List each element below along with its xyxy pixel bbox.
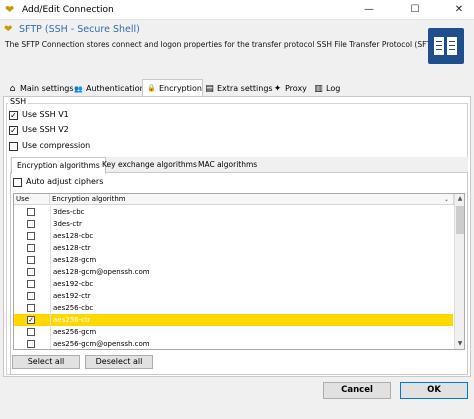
auto-adjust-checkbox[interactable] — [13, 178, 22, 187]
use-checkbox[interactable] — [27, 208, 35, 216]
sort-chevron-icon: ⌄ — [444, 196, 450, 203]
use-compression-label: Use compression — [22, 141, 91, 150]
scrollbar-thumb[interactable] — [456, 206, 464, 234]
column-header-use[interactable]: Use — [14, 194, 50, 205]
subtab-mac-algorithms[interactable]: MAC algorithms — [193, 157, 262, 173]
house-icon: ⌂ — [9, 84, 16, 94]
table-row[interactable]: aes128-ctr — [14, 242, 453, 254]
algorithm-name: aes128-gcm — [50, 254, 96, 266]
auto-adjust-label: Auto adjust ciphers — [26, 177, 104, 186]
sftp-icon: ❤ — [4, 24, 13, 35]
algorithm-name: aes256-cbc — [50, 302, 93, 314]
tab-proxy[interactable]: ✦ Proxy — [268, 81, 308, 96]
list-icon: ▤ — [205, 84, 214, 94]
users-icon: 👥 — [74, 85, 83, 93]
ssh-group-label: SSH — [8, 97, 29, 107]
use-checkbox[interactable] — [27, 256, 35, 264]
table-row[interactable]: aes128-cbc — [14, 230, 453, 242]
algorithm-name: aes256-gcm — [50, 326, 96, 338]
table-row[interactable]: aes128-gcm — [14, 254, 453, 266]
use-checkbox[interactable] — [27, 268, 35, 276]
cancel-button[interactable]: Cancel — [323, 382, 391, 399]
scroll-down-arrow-icon[interactable]: ▼ — [455, 339, 464, 349]
table-row[interactable]: aes192-ctr — [14, 290, 453, 302]
algorithm-name: 3des-ctr — [50, 218, 82, 230]
tab-main-settings[interactable]: ⌂ Main settings — [3, 81, 75, 96]
table-row[interactable]: 3des-ctr — [14, 218, 453, 230]
tab-label: Extra settings — [217, 84, 273, 93]
table-row[interactable]: aes128-gcm@openssh.com — [14, 266, 453, 278]
use-compression-checkbox[interactable] — [9, 142, 18, 151]
use-ssh-v2-checkbox[interactable]: ✓ — [9, 126, 18, 135]
tab-label: Log — [326, 84, 341, 93]
ok-button[interactable]: OK — [400, 382, 468, 399]
subtab-encryption-algorithms[interactable]: Encryption algorithms — [11, 157, 106, 174]
encryption-algorithm-grid[interactable]: Use Encryption algorithm ⌄ 3des-cbc 3des… — [13, 193, 465, 350]
tab-authentication[interactable]: 👥 Authentication — [69, 81, 146, 96]
maximize-button[interactable]: ☐ — [400, 0, 430, 20]
use-ssh-v2-label: Use SSH V2 — [22, 125, 69, 134]
algorithm-name: aes128-gcm@openssh.com — [50, 266, 150, 278]
window-title: Add/Edit Connection — [22, 5, 114, 15]
use-checkbox[interactable] — [27, 340, 35, 348]
algorithm-name: aes192-cbc — [50, 278, 93, 290]
algorithm-name: 3des-cbc — [50, 206, 85, 218]
close-button[interactable]: ✕ — [444, 0, 474, 20]
tab-label: Encryption — [159, 84, 202, 93]
table-row[interactable]: aes192-cbc — [14, 278, 453, 290]
use-checkbox[interactable] — [27, 328, 35, 336]
deselect-all-button[interactable]: Deselect all — [85, 355, 153, 369]
use-checkbox[interactable]: ✓ — [27, 316, 35, 324]
scroll-up-arrow-icon[interactable]: ▲ — [455, 194, 464, 204]
use-checkbox[interactable] — [27, 292, 35, 300]
use-checkbox[interactable] — [27, 232, 35, 240]
book-icon — [428, 28, 464, 64]
algorithm-name: aes128-cbc — [50, 230, 93, 242]
use-ssh-v1-checkbox[interactable]: ✓ — [9, 111, 18, 120]
algorithm-name: aes128-ctr — [50, 242, 91, 254]
use-ssh-v1-label: Use SSH V1 — [22, 110, 69, 119]
table-row[interactable]: aes256-gcm@openssh.com — [14, 338, 453, 349]
tab-label: Proxy — [285, 84, 307, 93]
algorithm-name: aes256-gcm@openssh.com — [50, 338, 150, 349]
tab-label: Main settings — [20, 84, 74, 93]
vertical-scrollbar[interactable]: ▲ ▼ — [454, 194, 464, 349]
minimize-button[interactable]: — — [354, 0, 384, 20]
proxy-icon: ✦ — [273, 84, 282, 94]
connection-description: The SFTP Connection stores connect and l… — [5, 40, 441, 49]
grid-header: Use Encryption algorithm ⌄ — [14, 194, 464, 205]
use-checkbox[interactable] — [27, 244, 35, 252]
tab-log[interactable]: ▥ Log — [309, 81, 341, 96]
column-header-algorithm[interactable]: Encryption algorithm — [50, 194, 454, 205]
connection-type-title: SFTP (SSH - Secure Shell) — [19, 24, 140, 35]
table-row[interactable]: aes256-gcm — [14, 326, 453, 338]
tab-encryption[interactable]: 🔒 Encryption — [142, 79, 203, 97]
algorithm-name: aes256-ctr — [50, 314, 91, 326]
subtab-key-exchange-algorithms[interactable]: Key exchange algorithms — [97, 157, 202, 173]
tab-label: Authentication — [86, 84, 145, 93]
app-icon: ❤ — [5, 3, 15, 16]
table-row[interactable]: 3des-cbc — [14, 206, 453, 218]
lock-icon: 🔒 — [147, 84, 156, 92]
use-checkbox[interactable] — [27, 280, 35, 288]
table-row[interactable]: aes256-cbc — [14, 302, 453, 314]
algorithm-name: aes192-ctr — [50, 290, 91, 302]
use-checkbox[interactable] — [27, 304, 35, 312]
log-icon: ▥ — [314, 84, 323, 94]
use-checkbox[interactable] — [27, 220, 35, 228]
table-row-selected[interactable]: ✓ aes256-ctr — [14, 314, 453, 326]
tab-extra-settings[interactable]: ▤ Extra settings — [200, 81, 274, 96]
select-all-button[interactable]: Select all — [12, 355, 80, 369]
